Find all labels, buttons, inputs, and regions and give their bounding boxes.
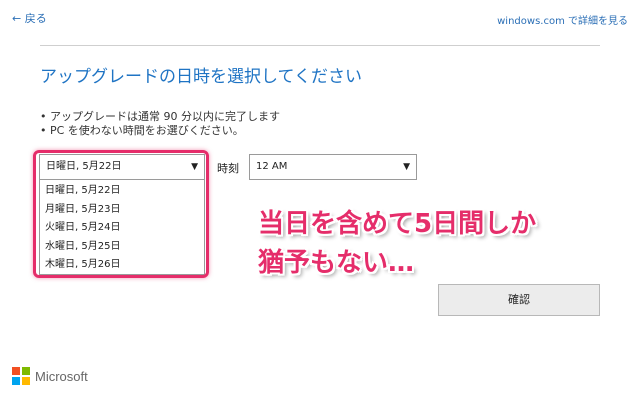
info-bullets: アップグレードは通常 90 分以内に完了します PC を使わない時間をお選びくだ… — [40, 110, 280, 138]
date-dropdown-list: 日曜日, 5月22日 月曜日, 5月23日 火曜日, 5月24日 水曜日, 5月… — [39, 180, 205, 275]
microsoft-logo-icon — [12, 367, 30, 385]
annotation-line: 猶予もない… — [258, 248, 415, 278]
date-option[interactable]: 月曜日, 5月23日 — [40, 201, 204, 220]
learn-more-link[interactable]: windows.com で詳細を見る — [497, 12, 628, 27]
date-option[interactable]: 火曜日, 5月24日 — [40, 219, 204, 238]
time-label: 時刻 — [217, 162, 239, 175]
date-option[interactable]: 日曜日, 5月22日 — [40, 182, 204, 201]
chevron-down-icon: ▼ — [403, 162, 410, 172]
date-option[interactable]: 木曜日, 5月26日 — [40, 256, 204, 275]
date-select[interactable]: 日曜日, 5月22日 ▼ — [39, 154, 205, 180]
divider — [40, 45, 600, 46]
back-link[interactable]: ← 戻る — [12, 10, 47, 26]
time-select-value: 12 AM — [256, 161, 288, 172]
page-title: アップグレードの日時を選択してください — [40, 67, 362, 87]
annotation-line: 当日を含めて5日間しか — [258, 209, 537, 239]
bullet-item: PC を使わない時間をお選びください。 — [40, 124, 280, 138]
date-select-value: 日曜日, 5月22日 — [46, 161, 122, 172]
confirm-button[interactable]: 確認 — [438, 284, 600, 316]
time-select[interactable]: 12 AM ▼ — [249, 154, 417, 180]
microsoft-logo: Microsoft — [12, 367, 88, 385]
microsoft-wordmark: Microsoft — [35, 368, 88, 384]
bullet-item: アップグレードは通常 90 分以内に完了します — [40, 110, 280, 124]
annotation-text: 当日を含めて5日間しか 猶予もない… — [258, 205, 536, 283]
chevron-down-icon: ▼ — [191, 162, 198, 172]
date-option[interactable]: 水曜日, 5月25日 — [40, 238, 204, 257]
